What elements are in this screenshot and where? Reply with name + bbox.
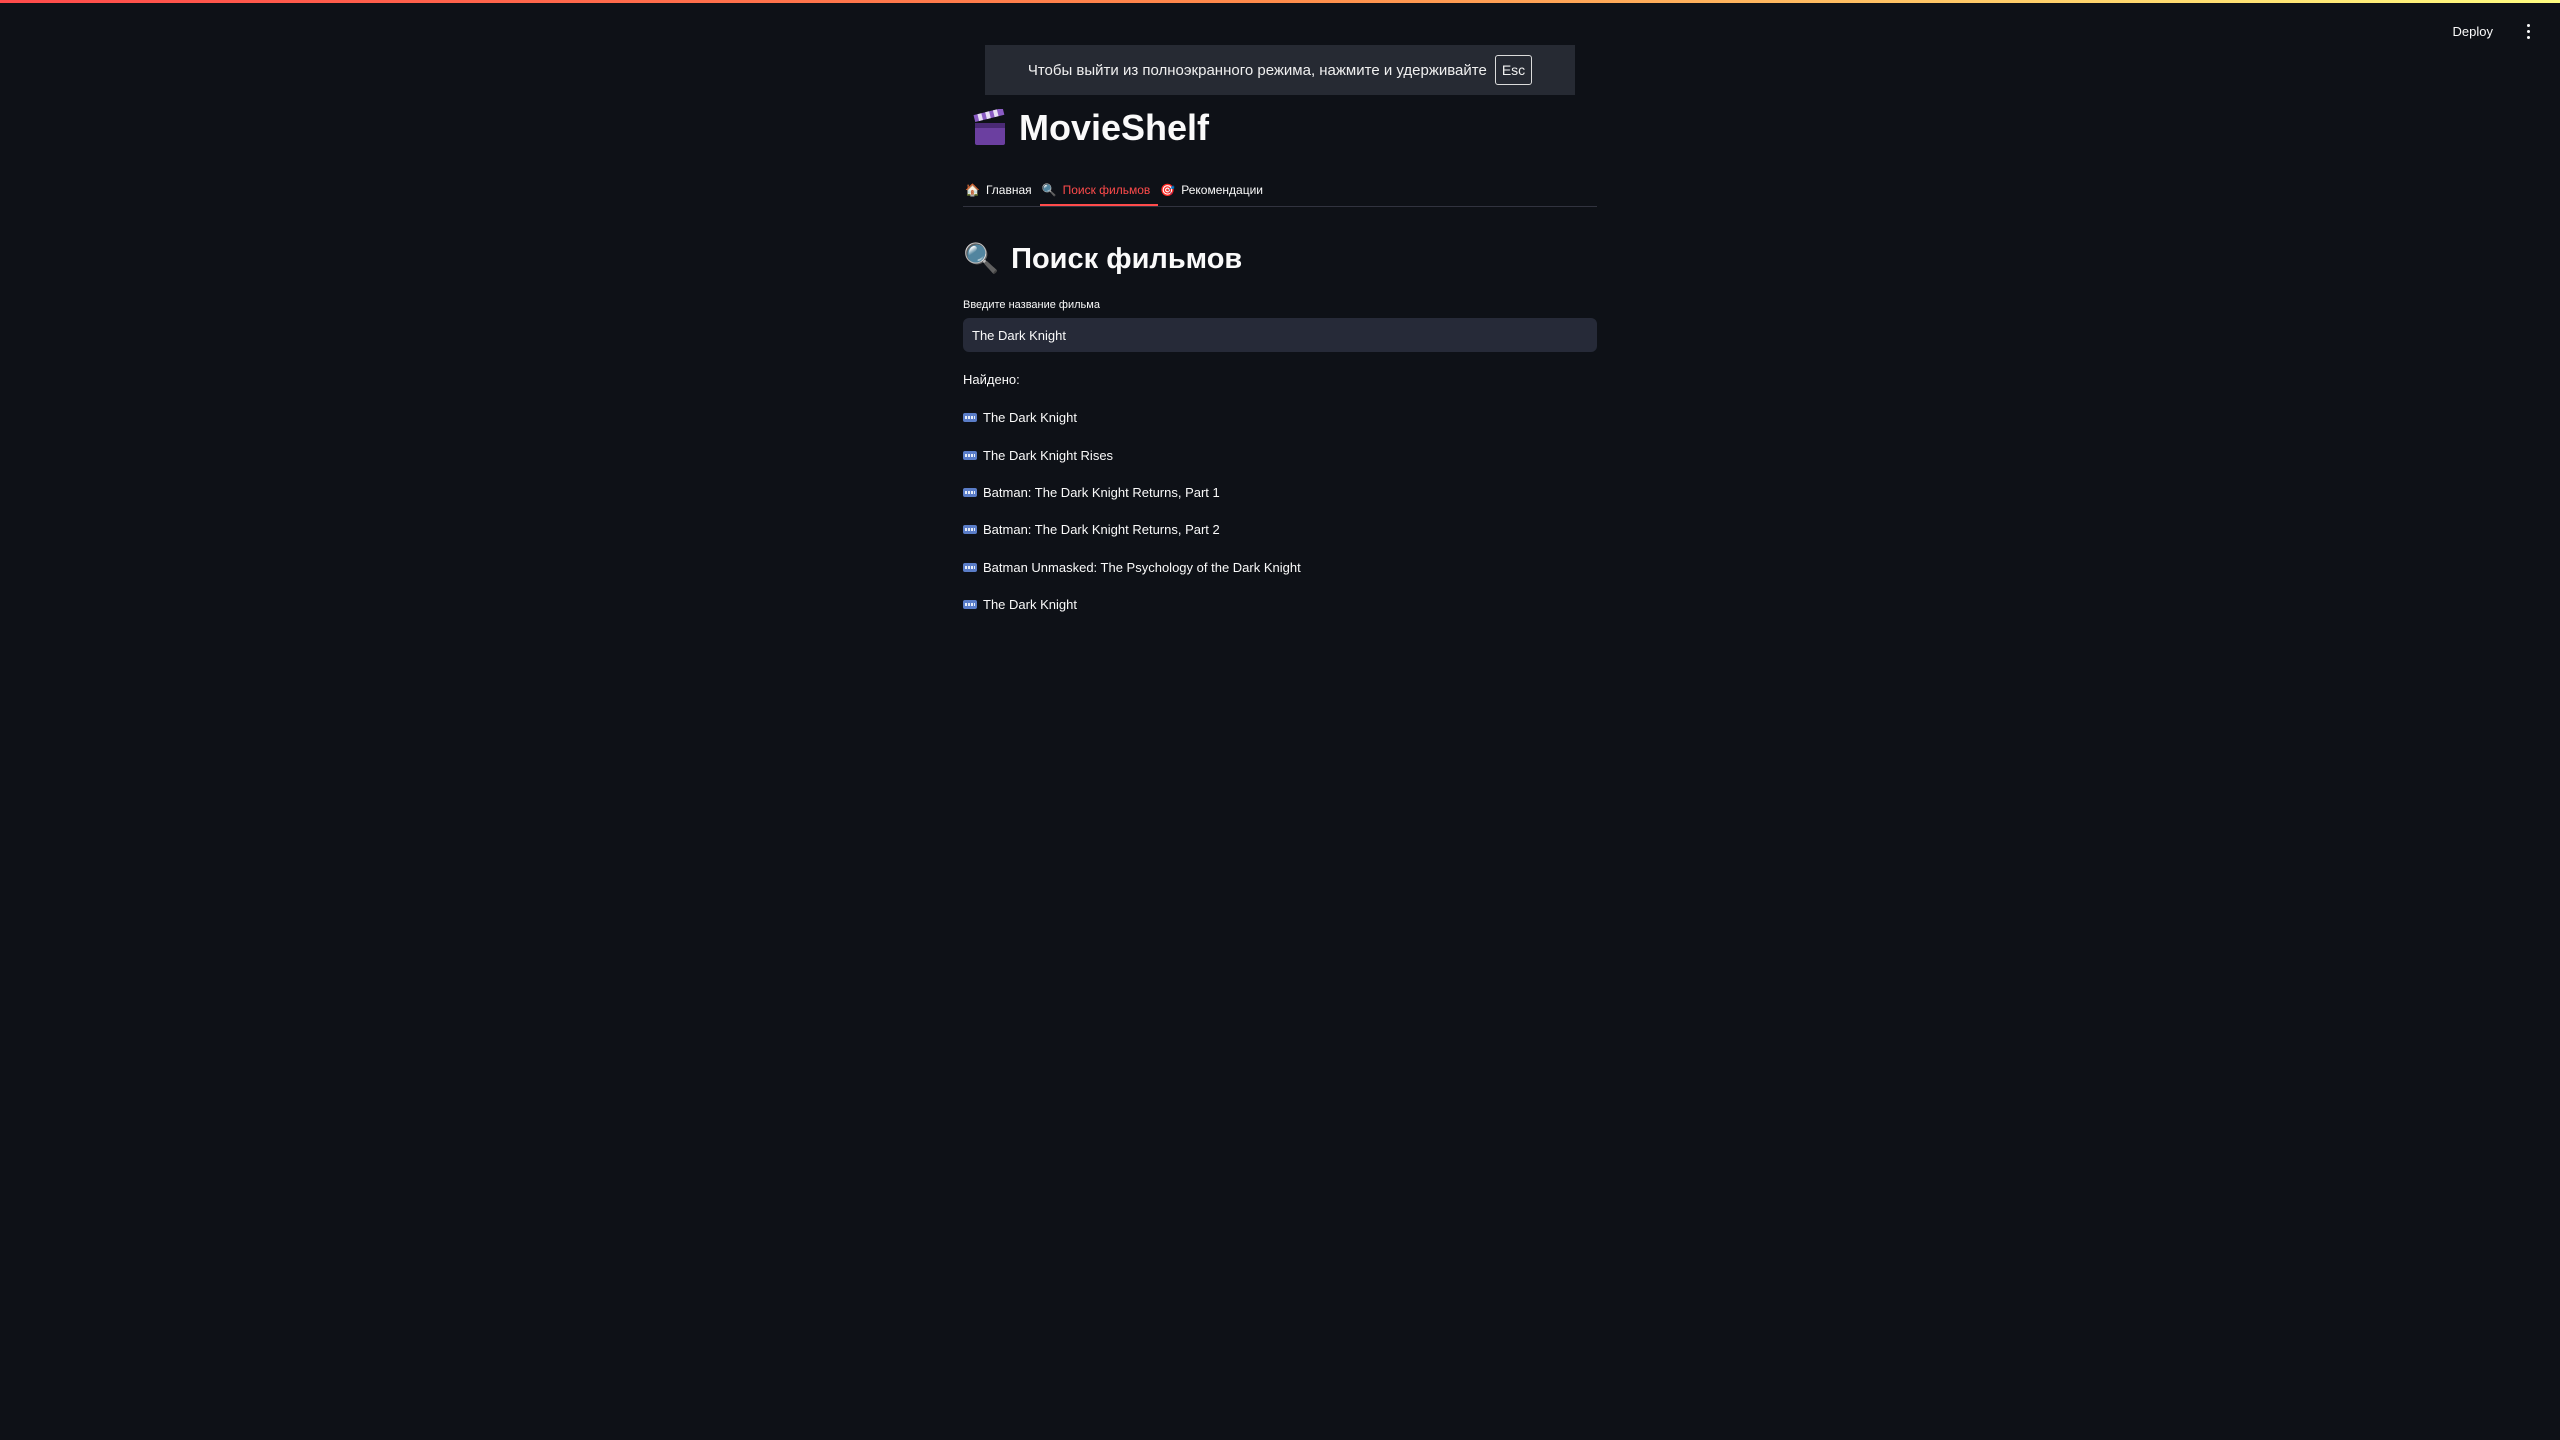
house-icon: 🏠: [965, 182, 980, 197]
search-field-label: Введите название фильма: [963, 299, 1100, 311]
app-title-text: MovieShelf: [1019, 107, 1210, 148]
results-list: The Dark Knight The Dark Knight Rises Ba…: [963, 399, 1597, 623]
list-item: The Dark Knight Rises: [963, 436, 1597, 473]
deploy-button[interactable]: Deploy: [2451, 20, 2495, 43]
result-title: Batman: The Dark Knight Returns, Part 2: [983, 522, 1220, 538]
list-item: Batman Unmasked: The Psychology of the D…: [963, 549, 1597, 586]
list-item: Batman: The Dark Knight Returns, Part 1: [963, 474, 1597, 511]
found-label: Найдено:: [963, 372, 1020, 387]
tab-movie-search-label: Поиск фильмов: [1062, 182, 1151, 197]
tab-home-label: Главная: [985, 182, 1032, 197]
tab-bar: 🏠 Главная 🔍 Поиск фильмов 🎯 Рекомендации: [963, 174, 1597, 207]
fullscreen-notice: Чтобы выйти из полноэкранного режима, на…: [985, 45, 1575, 95]
top-decoration-bar: [0, 0, 2560, 3]
film-strip-icon: [963, 562, 977, 572]
tab-recommendations-label: Рекомендации: [1181, 182, 1263, 197]
tab-movie-search[interactable]: 🔍 Поиск фильмов: [1039, 174, 1159, 206]
tab-recommendations[interactable]: 🎯 Рекомендации: [1158, 174, 1271, 205]
section-heading-text: Поиск фильмов: [1011, 242, 1243, 275]
tab-home[interactable]: 🏠 Главная: [963, 174, 1040, 205]
list-item: Batman: The Dark Knight Returns, Part 2: [963, 511, 1597, 548]
result-title: Batman: The Dark Knight Returns, Part 1: [983, 484, 1220, 500]
film-strip-icon: [963, 600, 977, 610]
kebab-menu-icon[interactable]: [2521, 20, 2536, 43]
clapperboard-icon: [973, 107, 1007, 147]
esc-key: Esc: [1494, 55, 1533, 85]
result-title: Batman Unmasked: The Psychology of the D…: [983, 559, 1301, 575]
main-content: MovieShelf 🏠 Главная 🔍 Поиск фильмов 🎯 Р…: [963, 100, 1597, 639]
result-title: The Dark Knight: [983, 410, 1077, 426]
film-strip-icon: [963, 450, 977, 460]
list-item: The Dark Knight: [963, 399, 1597, 436]
magnifier-icon: 🔍: [1041, 182, 1057, 197]
film-strip-icon: [963, 413, 977, 423]
app-toolbar: Deploy: [2451, 20, 2536, 43]
target-icon: 🎯: [1160, 182, 1176, 197]
section-heading: 🔍 Поиск фильмов: [963, 237, 1597, 281]
result-title: The Dark Knight Rises: [983, 447, 1114, 463]
fullscreen-notice-text: Чтобы выйти из полноэкранного режима, на…: [1027, 61, 1487, 79]
app-title: MovieShelf: [963, 100, 1597, 156]
film-strip-icon: [963, 487, 977, 497]
magnifier-icon: 🔍: [963, 243, 1000, 275]
search-input[interactable]: [963, 318, 1597, 352]
result-title: The Dark Knight: [983, 597, 1077, 613]
list-item: The Dark Knight: [963, 586, 1597, 623]
film-strip-icon: [963, 525, 977, 535]
